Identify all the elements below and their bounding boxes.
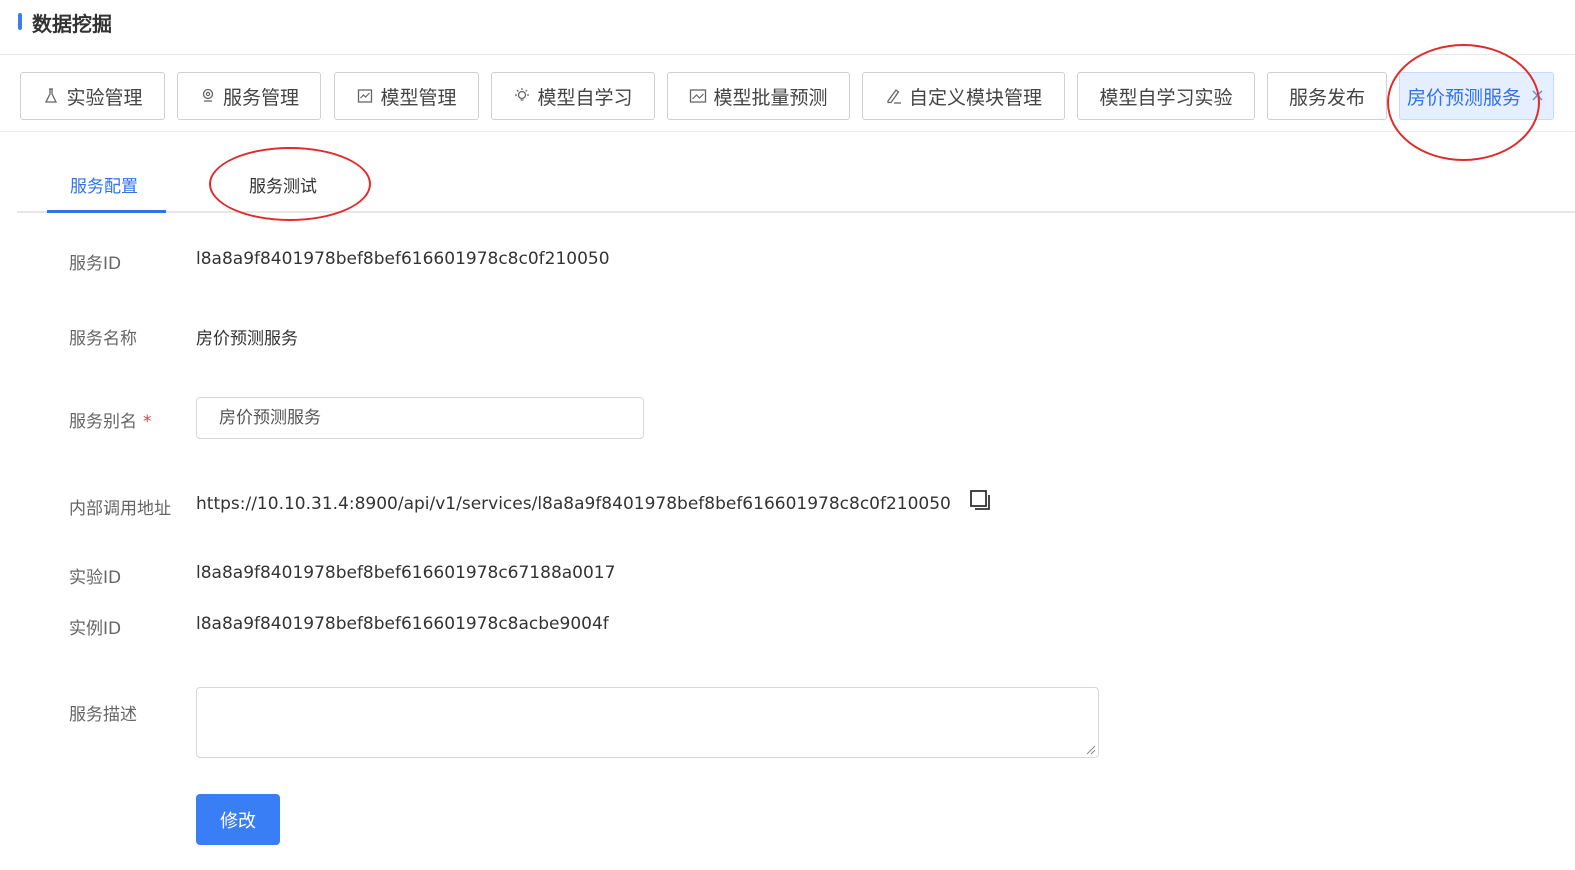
edit-icon [885, 87, 903, 105]
tab-service-test[interactable]: 服务测试 [249, 172, 317, 197]
page-header: 数据挖掘 [0, 0, 1575, 55]
tab-model-management[interactable]: 模型管理 [334, 72, 479, 120]
tab-label: 服务发布 [1288, 86, 1365, 109]
close-icon[interactable]: × [1530, 85, 1545, 106]
tab-model-batch-prediction[interactable]: 模型批量预测 [667, 72, 850, 120]
bulb-icon [513, 87, 531, 105]
service-name-label: 服务名称 [69, 329, 137, 349]
tab-label: 模型批量预测 [713, 86, 828, 109]
sub-tab-bar: 服务配置 服务测试 [17, 150, 1575, 213]
service-alias-label-text: 服务别名 [69, 412, 137, 432]
tab-label: 房价预测服务 [1407, 86, 1522, 109]
active-tab-indicator [47, 210, 166, 213]
tab-service-config[interactable]: 服务配置 [70, 172, 138, 197]
tab-label: 自定义模块管理 [908, 86, 1042, 109]
instance-id-value: l8a8a9f8401978bef8bef616601978c8acbe9004… [196, 614, 609, 634]
top-tab-strip: 实验管理 服务管理 模型管理 模型自学习 模型批量预测 自定义模块管理 模型自学… [0, 55, 1575, 132]
modify-button[interactable]: 修改 [196, 794, 280, 845]
service-alias-input[interactable]: 房价预测服务 [196, 397, 644, 439]
line-chart-icon [689, 87, 707, 105]
instance-id-label: 实例ID [69, 619, 122, 639]
tab-label: 服务管理 [222, 86, 299, 109]
header-accent-bar [18, 13, 22, 30]
page-title: 数据挖掘 [32, 12, 112, 36]
tab-experiment-management[interactable]: 实验管理 [20, 72, 165, 120]
description-textarea[interactable] [196, 687, 1099, 758]
experiment-id-label: 实验ID [69, 568, 122, 588]
tab-label: 模型自学习 [537, 86, 633, 109]
internal-url-label: 内部调用地址 [69, 499, 171, 519]
location-icon [199, 87, 217, 105]
required-mark: * [143, 412, 152, 432]
resize-grip-icon[interactable] [1084, 743, 1096, 755]
service-alias-label: 服务别名 * [69, 407, 152, 432]
experiment-id-value: l8a8a9f8401978bef8bef616601978c67188a001… [196, 563, 616, 583]
internal-url-value: https://10.10.31.4:8900/api/v1/services/… [196, 494, 951, 514]
tab-label: 实验管理 [66, 86, 143, 109]
chart-box-icon [356, 87, 374, 105]
flask-icon [42, 87, 60, 105]
tab-label: 模型自学习实验 [1099, 86, 1233, 109]
tab-service-management[interactable]: 服务管理 [177, 72, 321, 120]
tab-model-self-learning[interactable]: 模型自学习 [491, 72, 655, 120]
tab-service-publish[interactable]: 服务发布 [1267, 72, 1387, 120]
service-id-value: l8a8a9f8401978bef8bef616601978c8c0f21005… [196, 249, 610, 269]
service-id-label: 服务ID [69, 254, 122, 274]
tab-label: 模型管理 [380, 86, 457, 109]
tab-house-price-service[interactable]: 房价预测服务 × [1399, 72, 1554, 120]
service-name-value: 房价预测服务 [196, 329, 298, 349]
tab-model-self-learning-experiment[interactable]: 模型自学习实验 [1077, 72, 1255, 120]
tab-custom-module-management[interactable]: 自定义模块管理 [862, 72, 1065, 120]
copy-icon[interactable] [969, 489, 993, 513]
description-label: 服务描述 [69, 705, 137, 725]
